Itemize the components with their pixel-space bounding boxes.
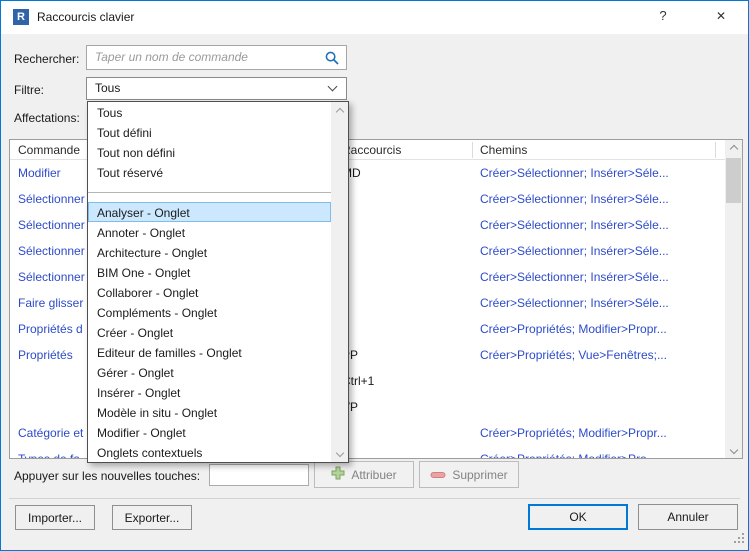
title-bar: R Raccourcis clavier ? ✕	[1, 1, 748, 34]
revit-app-icon: R	[13, 9, 29, 25]
filter-combobox[interactable]: Tous	[86, 77, 347, 100]
search-placeholder: Taper un nom de commande	[95, 50, 248, 64]
dropdown-item[interactable]: BIM One - Onglet	[88, 262, 331, 282]
new-keys-input[interactable]	[209, 464, 309, 486]
dropdown-item[interactable]: Créer - Onglet	[88, 322, 331, 342]
search-input[interactable]: Taper un nom de commande	[86, 45, 347, 70]
column-header-shortcut[interactable]: Raccourcis	[342, 143, 401, 157]
dropdown-item[interactable]: Modèle in situ - Onglet	[88, 402, 331, 422]
assign-button-label: Attribuer	[351, 468, 396, 482]
shortcut-cell: Ctrl+1	[342, 374, 474, 388]
dropdown-item[interactable]: Editeur de familles - Onglet	[88, 342, 331, 362]
filter-value: Tous	[95, 81, 120, 95]
paths-cell: Créer>Sélectionner; Insérer>Séle...	[480, 218, 720, 232]
paths-cell: Créer>Propriétés; Modifier>Propr...	[480, 426, 720, 440]
separator-line	[9, 498, 740, 499]
dropdown-items: TousTout définiTout non définiTout réser…	[88, 102, 331, 462]
import-button[interactable]: Importer...	[15, 505, 95, 530]
press-keys-label: Appuyer sur les nouvelles touches:	[14, 469, 200, 483]
paths-cell: Créer>Propriétés; Modifier>Pro...	[480, 452, 720, 458]
dropdown-item[interactable]: Onglets contextuels	[88, 442, 331, 462]
shortcut-cell: VP	[342, 400, 474, 414]
dropdown-item[interactable]: Tout défini	[88, 122, 331, 142]
dropdown-item[interactable]: Architecture - Onglet	[88, 242, 331, 262]
plus-icon	[331, 466, 345, 483]
ok-button[interactable]: OK	[528, 504, 628, 530]
paths-cell: Créer>Sélectionner; Insérer>Séle...	[480, 192, 720, 206]
remove-button-label: Supprimer	[452, 468, 507, 482]
filter-dropdown-list: TousTout définiTout non définiTout réser…	[87, 101, 349, 463]
dialog-title: Raccourcis clavier	[37, 10, 134, 24]
shortcut-cell: MD	[342, 166, 474, 180]
chevron-down-icon	[328, 82, 338, 92]
dropdown-item[interactable]: Modifier - Onglet	[88, 422, 331, 442]
keyboard-shortcuts-dialog: R Raccourcis clavier ? ✕ Rechercher: Tap…	[0, 0, 749, 551]
close-button[interactable]: ✕	[702, 1, 740, 31]
dropdown-item[interactable]: Insérer - Onglet	[88, 382, 331, 402]
assign-button[interactable]: Attribuer	[314, 461, 414, 488]
header-separator	[715, 142, 716, 158]
dropdown-separator	[88, 182, 331, 202]
dropdown-scroll-up-icon[interactable]	[331, 103, 348, 120]
search-label: Rechercher:	[14, 52, 79, 66]
dropdown-item[interactable]: Tous	[88, 102, 331, 122]
dropdown-item[interactable]: Collaborer - Onglet	[88, 282, 331, 302]
paths-cell: Créer>Sélectionner; Insérer>Séle...	[480, 244, 720, 258]
paths-cell: Créer>Propriétés; Vue>Fenêtres;...	[480, 348, 720, 362]
remove-button[interactable]: Supprimer	[419, 461, 519, 488]
filter-label: Filtre:	[14, 83, 44, 97]
export-button[interactable]: Exporter...	[112, 505, 192, 530]
paths-cell: Créer>Propriétés; Modifier>Propr...	[480, 322, 720, 336]
scrollbar-thumb[interactable]	[726, 158, 741, 203]
cancel-button[interactable]: Annuler	[638, 504, 738, 530]
paths-cell: Créer>Sélectionner; Insérer>Séle...	[480, 270, 720, 284]
assignments-label: Affectations:	[14, 111, 80, 125]
resize-grip[interactable]	[734, 533, 745, 547]
dropdown-scroll-down-icon[interactable]	[331, 444, 348, 461]
scroll-down-icon[interactable]	[725, 441, 742, 458]
dropdown-item[interactable]: Annoter - Onglet	[88, 222, 331, 242]
paths-cell: Créer>Sélectionner; Insérer>Séle...	[480, 296, 720, 310]
shortcut-cell: PP	[342, 348, 474, 362]
dropdown-item[interactable]: Analyser - Onglet	[88, 202, 331, 222]
header-separator	[472, 142, 473, 158]
help-button[interactable]: ?	[644, 1, 682, 31]
table-scrollbar[interactable]	[725, 140, 742, 458]
dropdown-scrollbar[interactable]	[331, 102, 348, 462]
minus-icon	[430, 468, 446, 482]
dropdown-item[interactable]: Tout non défini	[88, 142, 331, 162]
dropdown-item[interactable]: Tout réservé	[88, 162, 331, 182]
column-header-command[interactable]: Commande	[18, 143, 80, 157]
scroll-up-icon[interactable]	[725, 140, 742, 157]
dropdown-item[interactable]: Compléments - Onglet	[88, 302, 331, 322]
paths-cell: Créer>Sélectionner; Insérer>Séle...	[480, 166, 720, 180]
dropdown-item[interactable]: Gérer - Onglet	[88, 362, 331, 382]
column-header-paths[interactable]: Chemins	[480, 143, 527, 157]
